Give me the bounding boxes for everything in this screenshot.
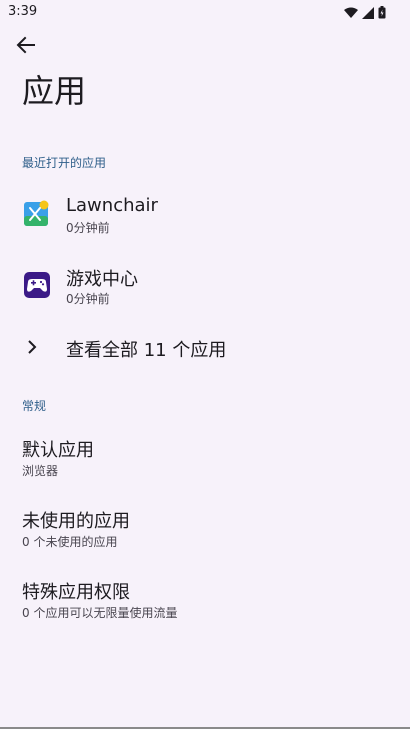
arrow-back-icon [16, 35, 36, 59]
battery-icon [378, 4, 386, 23]
wifi-icon [344, 4, 358, 23]
app-row-lawnchair[interactable]: Lawnchair 0分钟前 [0, 190, 410, 252]
lawnchair-icon [24, 200, 50, 226]
app-row-game-center[interactable]: 游戏中心 0分钟前 [0, 261, 410, 323]
general-section-header: 常规 [22, 399, 47, 413]
item-subtitle: 0 个未使用的应用 [22, 535, 118, 549]
item-subtitle: 0 个应用可以无限量使用流量 [22, 606, 178, 620]
app-last-used: 0分钟前 [66, 292, 110, 306]
default-apps-item[interactable]: 默认应用 浏览器 [0, 436, 410, 494]
chevron-right-icon [25, 338, 39, 360]
special-app-access-item[interactable]: 特殊应用权限 0 个应用可以无限量使用流量 [0, 578, 410, 636]
app-last-used: 0分钟前 [66, 221, 110, 235]
app-name: 游戏中心 [66, 269, 138, 290]
item-title: 特殊应用权限 [22, 582, 130, 603]
item-title: 未使用的应用 [22, 511, 130, 532]
cellular-icon [362, 4, 374, 23]
app-name: Lawnchair [66, 195, 158, 216]
item-title: 默认应用 [22, 440, 94, 461]
status-bar: 3:39 [0, 0, 410, 24]
item-subtitle: 浏览器 [22, 464, 59, 478]
recent-apps-header: 最近打开的应用 [22, 156, 107, 170]
page-title: 应用 [22, 72, 87, 110]
status-time: 3:39 [8, 4, 38, 19]
back-button[interactable] [12, 33, 40, 61]
game-center-icon [24, 272, 50, 298]
status-icons [344, 4, 386, 23]
see-all-apps-label: 查看全部 11 个应用 [66, 340, 227, 361]
see-all-apps-button[interactable]: 查看全部 11 个应用 [0, 326, 410, 370]
unused-apps-item[interactable]: 未使用的应用 0 个未使用的应用 [0, 507, 410, 565]
